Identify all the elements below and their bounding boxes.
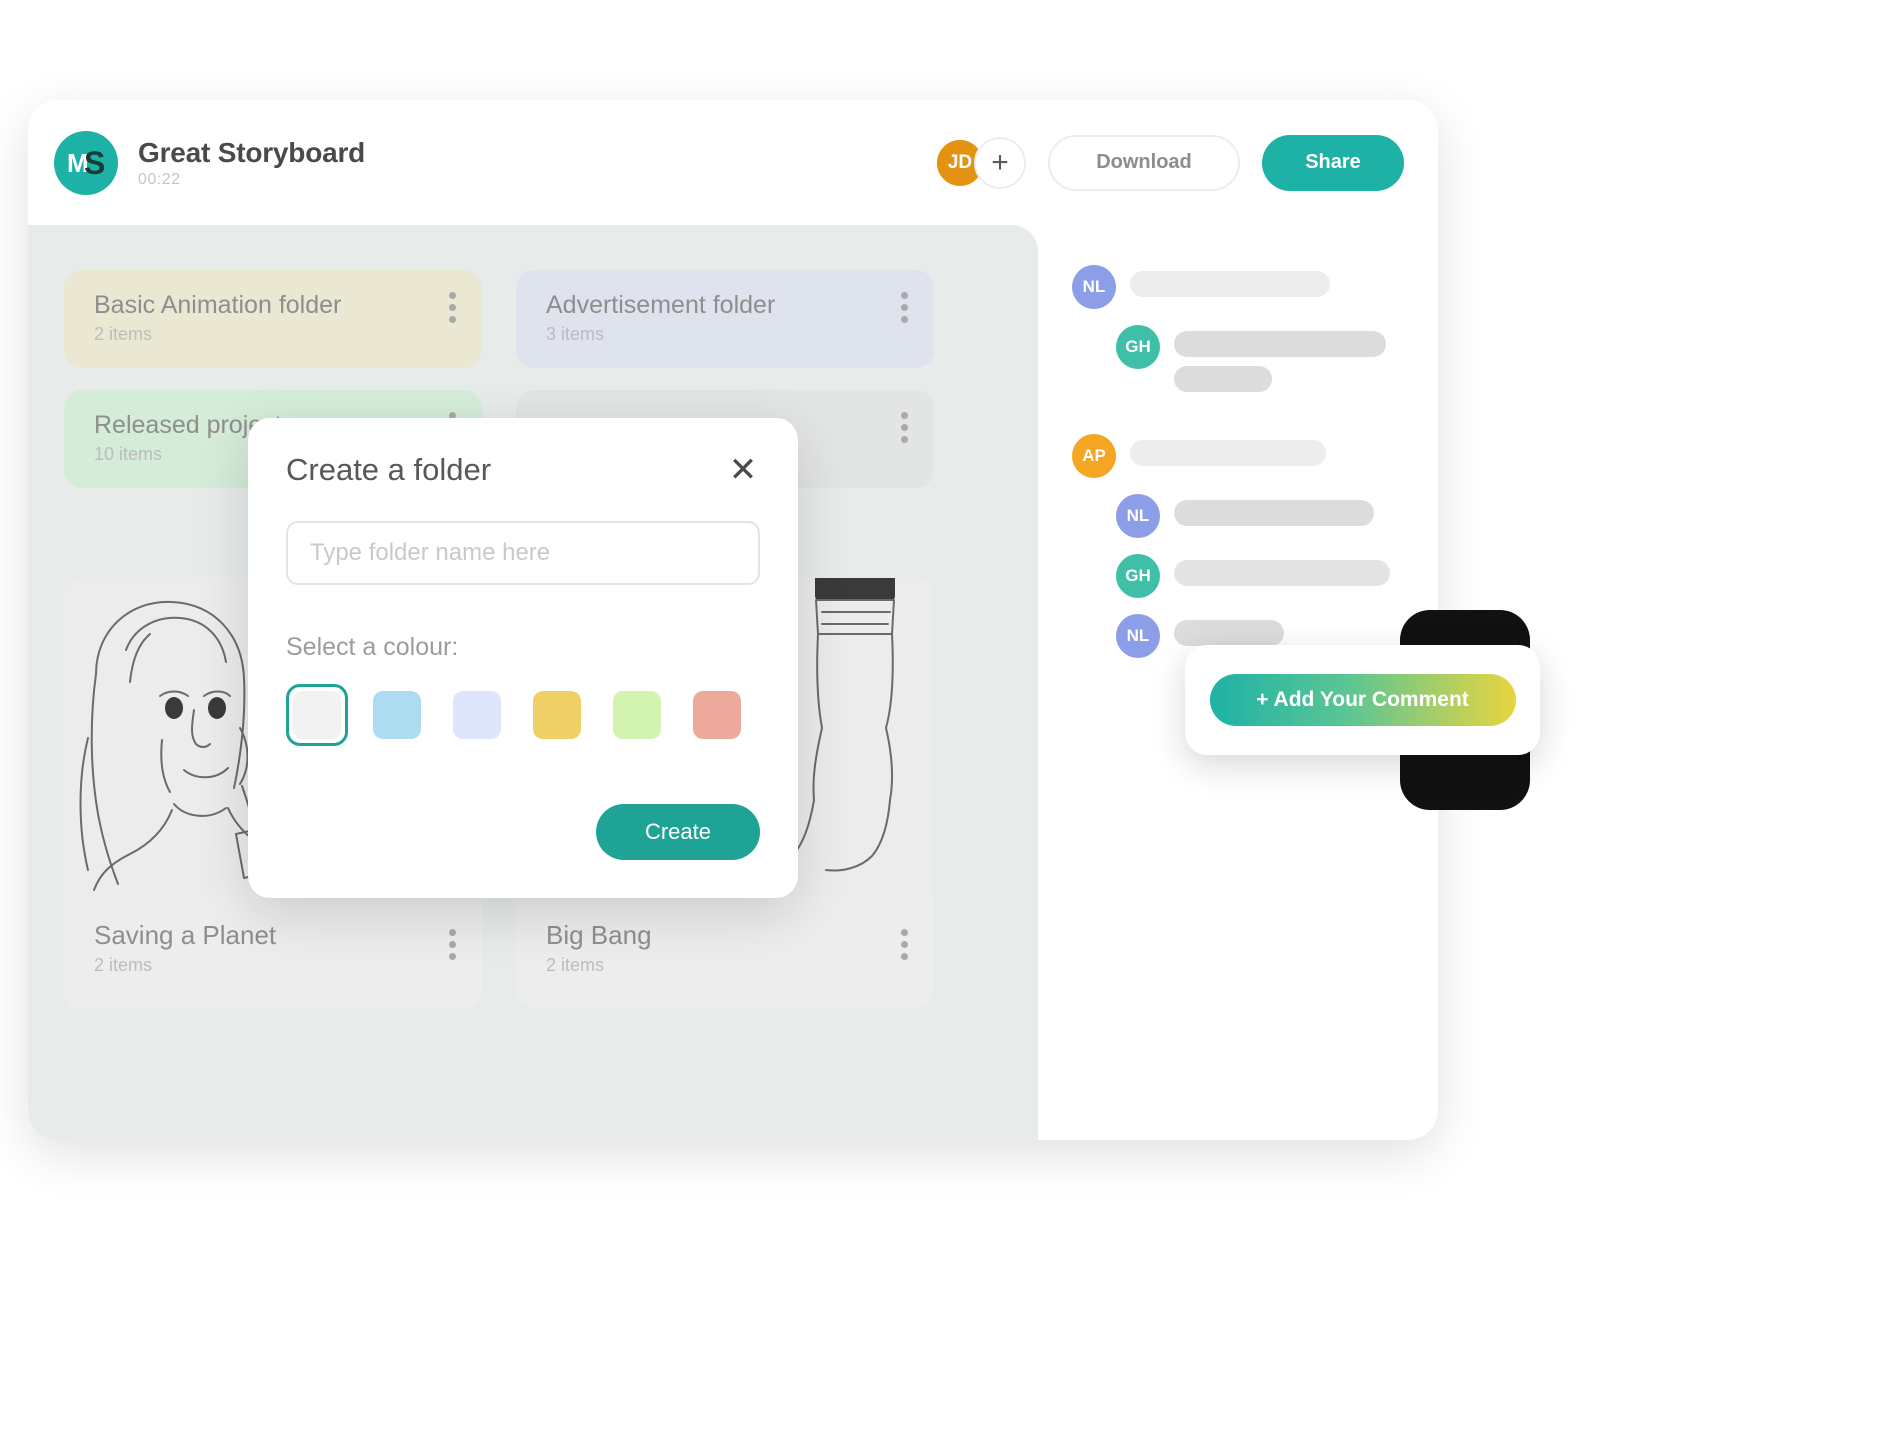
header-actions: JD + Download Share xyxy=(934,134,1404,191)
comment-avatar[interactable]: NL xyxy=(1116,494,1160,538)
add-comment-card: + Add Your Comment xyxy=(1185,645,1540,755)
colour-swatch-blue[interactable] xyxy=(366,684,428,746)
colour-swatch-row xyxy=(286,684,760,746)
kebab-menu-icon[interactable] xyxy=(901,292,908,323)
comment-avatar[interactable]: AP xyxy=(1072,434,1116,478)
screenshot-root: M S Great Storyboard 00:22 JD + Download… xyxy=(0,0,1900,1446)
project-count: 2 items xyxy=(546,955,605,975)
modal-actions: Create xyxy=(286,804,760,860)
project-meta: Saving a Planet 2 items xyxy=(94,920,456,976)
colour-swatch-lavender[interactable] xyxy=(446,684,508,746)
colour-swatch-white[interactable] xyxy=(286,684,348,746)
logo-mark-s: S xyxy=(84,144,106,181)
create-button[interactable]: Create xyxy=(596,804,760,860)
kebab-menu-icon[interactable] xyxy=(901,929,908,960)
modal-header: Create a folder ✕ xyxy=(286,452,760,488)
comment-body xyxy=(1174,614,1284,646)
page-title: Great Storyboard xyxy=(138,136,366,168)
modal-title: Create a folder xyxy=(286,452,492,487)
comment-body xyxy=(1174,494,1374,526)
comment-placeholder-bar xyxy=(1130,440,1326,466)
brand-text: Great Storyboard 00:22 xyxy=(138,137,365,189)
comment-placeholder-bar xyxy=(1130,271,1330,297)
window-dot-close[interactable] xyxy=(18,40,56,78)
colour-section-label: Select a colour: xyxy=(286,633,459,661)
comment-body xyxy=(1130,434,1326,466)
folder-card-advertisement[interactable]: Advertisement folder 3 items xyxy=(516,270,934,368)
comment-placeholder-bar xyxy=(1174,331,1386,357)
add-comment-button[interactable]: + Add Your Comment xyxy=(1209,674,1516,726)
app-header: M S Great Storyboard 00:22 JD + Download… xyxy=(28,100,1438,225)
comment-item[interactable]: NL xyxy=(1072,265,1404,309)
folder-count: 3 items xyxy=(546,324,605,344)
comment-body xyxy=(1130,265,1330,297)
download-button[interactable]: Download xyxy=(1048,134,1240,191)
window-controls xyxy=(18,40,176,78)
create-folder-modal: Create a folder ✕ Select a colour: xyxy=(248,418,798,898)
folder-name: Advertisement folder xyxy=(546,291,776,319)
comment-placeholder-bar xyxy=(1174,500,1374,526)
comment-avatar[interactable]: GH xyxy=(1116,325,1160,369)
folder-count: 2 items xyxy=(94,324,153,344)
window-dot-minimize[interactable] xyxy=(78,40,116,78)
window-dot-maximize[interactable] xyxy=(138,40,176,78)
project-meta: Big Bang 2 items xyxy=(546,920,908,976)
comment-body xyxy=(1174,325,1386,392)
folder-name-input[interactable] xyxy=(286,521,760,585)
kebab-menu-icon[interactable] xyxy=(901,412,908,443)
comment-body xyxy=(1174,554,1390,586)
project-name: Saving a Planet xyxy=(94,920,277,950)
colour-swatch-yellow[interactable] xyxy=(526,684,588,746)
folder-name: Basic Animation folder xyxy=(94,291,342,319)
close-icon[interactable]: ✕ xyxy=(726,453,760,487)
add-member-icon[interactable]: + xyxy=(974,136,1026,189)
comment-avatar[interactable]: NL xyxy=(1116,614,1160,658)
colour-swatch-salmon[interactable] xyxy=(686,684,748,746)
comment-item[interactable]: NL xyxy=(1116,494,1404,538)
share-button[interactable]: Share xyxy=(1262,134,1404,191)
comment-placeholder-bar xyxy=(1174,366,1272,392)
colour-swatch-green[interactable] xyxy=(606,684,668,746)
comment-placeholder-bar xyxy=(1174,560,1390,586)
comment-avatar[interactable]: NL xyxy=(1072,265,1116,309)
kebab-menu-icon[interactable] xyxy=(449,929,456,960)
comment-item[interactable]: AP xyxy=(1072,434,1404,478)
folder-row-1: Basic Animation folder 2 items Advertise… xyxy=(64,270,1002,368)
comment-item[interactable]: GH xyxy=(1116,554,1404,598)
folder-card-basic-animation[interactable]: Basic Animation folder 2 items xyxy=(64,270,482,368)
comment-group-divider xyxy=(1072,408,1404,434)
brand: M S Great Storyboard 00:22 xyxy=(54,130,365,195)
page-subtitle: 00:22 xyxy=(138,170,181,188)
project-name: Big Bang xyxy=(546,920,652,950)
project-count: 2 items xyxy=(94,955,153,975)
comment-item[interactable]: GH xyxy=(1116,325,1404,392)
app-logo-icon: M S xyxy=(54,130,118,195)
member-avatars: JD + xyxy=(934,136,1026,189)
comment-placeholder-bar xyxy=(1174,620,1284,646)
comment-avatar[interactable]: GH xyxy=(1116,554,1160,598)
kebab-menu-icon[interactable] xyxy=(449,292,456,323)
